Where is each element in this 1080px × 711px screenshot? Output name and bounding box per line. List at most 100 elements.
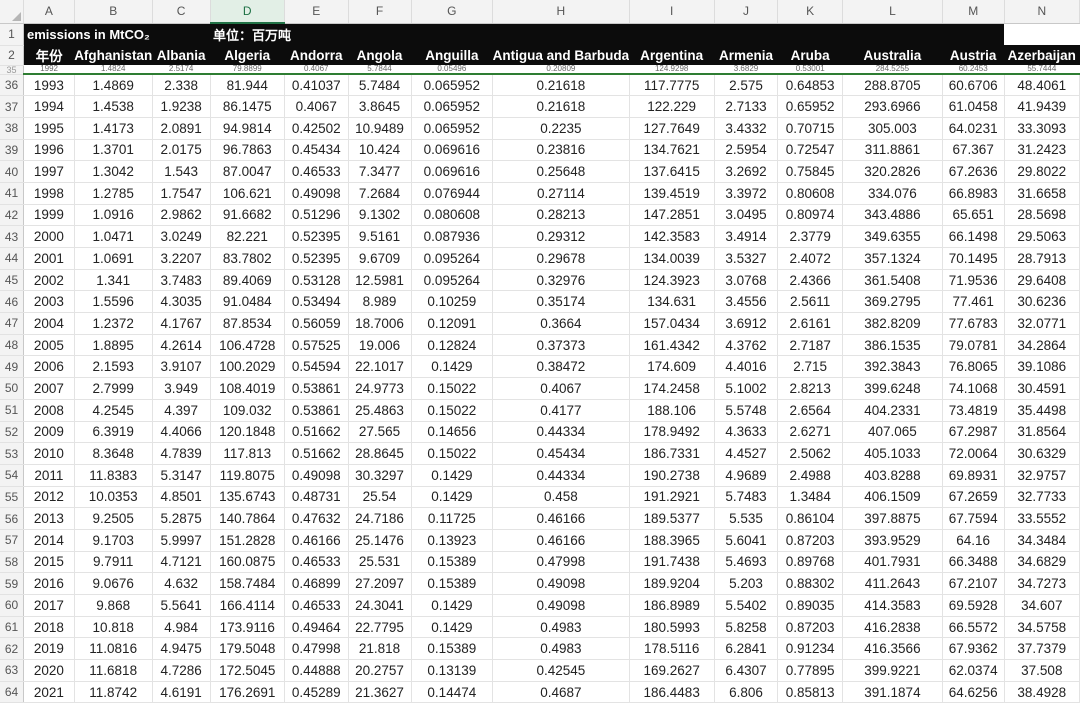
data-cell[interactable]: 0.53494 (284, 290, 349, 314)
data-cell[interactable]: 4.397 (152, 399, 211, 422)
data-cell[interactable]: 70.1495 (942, 247, 1005, 270)
data-cell[interactable]: 0.86104 (777, 507, 844, 530)
row-number[interactable]: 51 (0, 399, 24, 422)
data-cell[interactable]: 65.651 (942, 204, 1005, 227)
data-cell[interactable]: 19.006 (348, 334, 412, 357)
data-cell[interactable]: 3.9107 (152, 355, 211, 379)
data-cell[interactable]: 320.2826 (842, 160, 943, 183)
data-cell[interactable]: 2.7133 (714, 95, 779, 118)
data-cell[interactable]: 39.1086 (1004, 355, 1080, 379)
data-cell[interactable]: 3.0768 (714, 269, 779, 292)
data-cell[interactable]: 186.8989 (629, 594, 715, 617)
row-number[interactable]: 50 (0, 377, 24, 400)
data-cell[interactable]: 0.069616 (411, 160, 494, 183)
data-cell[interactable]: 3.4914 (714, 225, 779, 248)
row-number[interactable]: 46 (0, 290, 24, 314)
data-cell[interactable]: 0.23816 (492, 139, 630, 162)
row-number[interactable]: 62 (0, 637, 24, 661)
data-cell[interactable]: 0.87203 (777, 616, 844, 639)
data-cell[interactable]: 147.2851 (629, 204, 715, 227)
data-cell[interactable]: 2021 (23, 681, 75, 704)
data-cell[interactable]: 0.15389 (411, 572, 494, 595)
data-cell[interactable]: 64.16 (942, 529, 1005, 552)
data-cell[interactable]: 5.9997 (152, 529, 211, 552)
data-cell[interactable]: 31.8564 (1004, 421, 1080, 444)
cell[interactable] (942, 23, 1005, 45)
data-cell[interactable]: 9.5161 (348, 225, 412, 248)
data-cell[interactable]: 106.621 (210, 182, 285, 205)
data-cell[interactable]: 166.4114 (210, 594, 285, 617)
cell[interactable]: 284.5255 (842, 65, 943, 75)
data-cell[interactable]: 69.8931 (942, 464, 1005, 487)
cell[interactable]: 0.05496 (411, 65, 493, 75)
cell[interactable]: 2.5174 (152, 65, 211, 75)
row-number[interactable]: 40 (0, 160, 24, 183)
data-cell[interactable]: 8.3648 (74, 442, 153, 465)
data-cell[interactable]: 41.9439 (1004, 95, 1080, 118)
data-cell[interactable]: 357.1324 (842, 247, 943, 270)
data-cell[interactable]: 0.14474 (411, 681, 494, 704)
data-cell[interactable]: 32.0771 (1004, 312, 1080, 335)
cell[interactable]: 3.6829 (714, 65, 778, 75)
row-number[interactable]: 1 (0, 23, 24, 46)
data-cell[interactable]: 29.6408 (1004, 269, 1080, 292)
data-cell[interactable]: 1.0471 (74, 225, 153, 248)
data-cell[interactable]: 178.5116 (629, 637, 715, 661)
data-cell[interactable]: 2.5062 (777, 442, 844, 465)
data-cell[interactable]: 117.813 (210, 442, 285, 465)
row-number[interactable]: 63 (0, 659, 24, 682)
data-cell[interactable]: 0.88302 (777, 572, 844, 595)
data-cell[interactable]: 1.2372 (74, 312, 153, 335)
data-cell[interactable]: 172.5045 (210, 659, 285, 682)
data-cell[interactable]: 37.508 (1004, 659, 1080, 682)
data-cell[interactable]: 2.6271 (777, 421, 844, 444)
data-cell[interactable]: 9.6709 (348, 247, 412, 270)
data-cell[interactable]: 2.338 (152, 74, 211, 97)
data-cell[interactable]: 0.076944 (411, 182, 494, 205)
data-cell[interactable]: 2.5611 (777, 290, 844, 314)
data-cell[interactable]: 29.8022 (1004, 160, 1080, 183)
data-cell[interactable]: 4.8501 (152, 486, 211, 509)
data-cell[interactable]: 386.1535 (842, 334, 943, 357)
data-cell[interactable]: 135.6743 (210, 486, 285, 509)
row-number[interactable]: 45 (0, 269, 24, 292)
data-cell[interactable]: 12.5981 (348, 269, 412, 292)
data-cell[interactable]: 0.49098 (284, 464, 349, 487)
data-cell[interactable]: 5.7484 (348, 74, 412, 97)
data-cell[interactable]: 2014 (23, 529, 75, 552)
column-label-cell[interactable]: Anguilla (411, 45, 493, 65)
data-cell[interactable]: 160.0875 (210, 551, 285, 574)
data-cell[interactable]: 179.5048 (210, 637, 285, 661)
data-cell[interactable]: 4.3633 (714, 421, 779, 444)
data-cell[interactable]: 34.2864 (1004, 334, 1080, 357)
data-cell[interactable]: 67.2107 (942, 572, 1005, 595)
data-cell[interactable]: 189.9204 (629, 572, 715, 595)
data-cell[interactable]: 119.8075 (210, 464, 285, 487)
data-cell[interactable]: 411.2643 (842, 572, 943, 595)
data-cell[interactable]: 67.2636 (942, 160, 1005, 183)
data-cell[interactable]: 11.6818 (74, 659, 153, 682)
data-cell[interactable]: 108.4019 (210, 377, 285, 400)
data-cell[interactable]: 416.3566 (842, 637, 943, 661)
data-cell[interactable]: 1.341 (74, 269, 153, 292)
data-cell[interactable]: 0.4067 (284, 95, 349, 118)
data-cell[interactable]: 5.3147 (152, 464, 211, 487)
column-label-cell[interactable]: Armenia (714, 45, 778, 65)
data-cell[interactable]: 31.2423 (1004, 139, 1080, 162)
data-cell[interactable]: 2008 (23, 399, 75, 422)
data-cell[interactable]: 2020 (23, 659, 75, 682)
data-cell[interactable]: 391.1874 (842, 681, 943, 704)
data-cell[interactable]: 0.1429 (411, 355, 494, 379)
data-cell[interactable]: 0.57525 (284, 334, 349, 357)
data-cell[interactable]: 30.6329 (1004, 442, 1080, 465)
data-cell[interactable]: 32.7733 (1004, 486, 1080, 509)
data-cell[interactable]: 4.9475 (152, 637, 211, 661)
column-header-b[interactable]: B (74, 0, 153, 24)
data-cell[interactable]: 139.4519 (629, 182, 715, 205)
data-cell[interactable]: 0.38472 (492, 355, 630, 379)
data-cell[interactable]: 406.1509 (842, 486, 943, 509)
data-cell[interactable]: 100.2029 (210, 355, 285, 379)
data-cell[interactable]: 369.2795 (842, 290, 943, 314)
data-cell[interactable]: 1993 (23, 74, 75, 97)
data-cell[interactable]: 122.229 (629, 95, 715, 118)
